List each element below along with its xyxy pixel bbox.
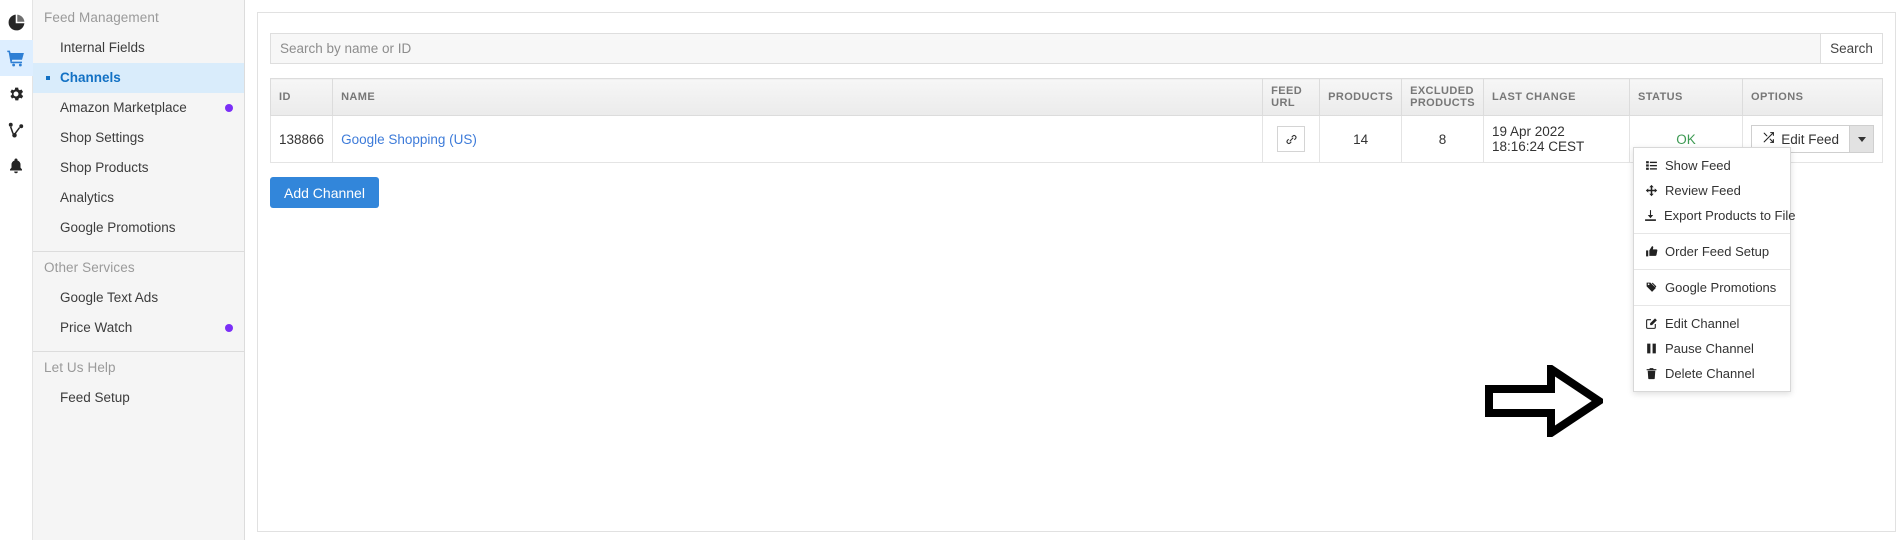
sidebar-item-label: Google Text Ads <box>60 291 158 305</box>
sidebar-item-label: Shop Settings <box>60 131 144 145</box>
menu-item-label: Order Feed Setup <box>1665 244 1769 259</box>
bell-icon[interactable] <box>0 148 33 184</box>
header-name[interactable]: NAME <box>333 79 1263 116</box>
sidebar-item-channels[interactable]: Channels <box>33 63 244 93</box>
table-head: ID NAME FEED URL PRODUCTS EXCLUDED PRODU… <box>271 79 1883 116</box>
sidebar-item-analytics[interactable]: Analytics <box>33 183 244 213</box>
sidebar-group-feed-management: Feed Management Internal Fields Channels… <box>33 2 244 243</box>
header-products[interactable]: PRODUCTS <box>1320 79 1402 116</box>
right-arrow-annotation <box>1485 365 1603 437</box>
shopping-cart-icon[interactable] <box>0 40 33 76</box>
menu-item-label: Delete Channel <box>1665 366 1755 381</box>
menu-item-edit-channel[interactable]: Edit Channel <box>1634 311 1790 336</box>
sidebar-group-title: Other Services <box>33 252 244 283</box>
sidebar-item-label: Feed Setup <box>60 391 130 405</box>
sidebar-item-shop-products[interactable]: Shop Products <box>33 153 244 183</box>
header-options: OPTIONS <box>1743 79 1883 116</box>
sidebar-item-google-text-ads[interactable]: Google Text Ads <box>33 283 244 313</box>
notification-dot-icon <box>225 104 233 112</box>
pie-chart-icon[interactable] <box>0 4 33 40</box>
sidebar-item-label: Google Promotions <box>60 221 176 235</box>
sidebar-group-title: Let Us Help <box>33 352 244 383</box>
header-status[interactable]: STATUS <box>1630 79 1743 116</box>
sidebar-item-shop-settings[interactable]: Shop Settings <box>33 123 244 153</box>
header-excluded-products[interactable]: EXCLUDED PRODUCTS <box>1402 79 1484 116</box>
menu-separator <box>1634 305 1790 306</box>
menu-separator <box>1634 269 1790 270</box>
sidebar-group-other-services: Other Services Google Text Ads Price Wat… <box>33 252 244 343</box>
cell-name: Google Shopping (US) <box>333 116 1263 163</box>
header-id[interactable]: ID <box>271 79 333 116</box>
cell-id: 138866 <box>271 116 333 163</box>
menu-item-label: Review Feed <box>1665 183 1741 198</box>
shuffle-icon <box>1762 131 1775 147</box>
cell-products: 14 <box>1320 116 1402 163</box>
table-header-row: ID NAME FEED URL PRODUCTS EXCLUDED PRODU… <box>271 79 1883 116</box>
notification-dot-icon <box>225 324 233 332</box>
thumbs-up-icon <box>1644 245 1658 258</box>
menu-item-label: Google Promotions <box>1665 280 1776 295</box>
sidebar-group-let-us-help: Let Us Help Feed Setup <box>33 352 244 413</box>
icon-rail <box>0 0 33 540</box>
menu-item-show-feed[interactable]: Show Feed <box>1634 153 1790 178</box>
search-button[interactable]: Search <box>1821 33 1883 64</box>
menu-item-export-products-to-file[interactable]: Export Products to File <box>1634 203 1790 228</box>
channels-panel: Search ID NAME FEED URL PRODUCTS EXCLUDE… <box>257 12 1896 532</box>
menu-item-label: Show Feed <box>1665 158 1731 173</box>
menu-item-label: Edit Channel <box>1665 316 1739 331</box>
main-content: Search ID NAME FEED URL PRODUCTS EXCLUDE… <box>245 0 1904 540</box>
menu-item-review-feed[interactable]: Review Feed <box>1634 178 1790 203</box>
active-bullet-icon <box>46 76 50 80</box>
search-row: Search <box>270 33 1883 64</box>
gear-icon[interactable] <box>0 76 33 112</box>
chain-link-icon[interactable] <box>1277 126 1305 152</box>
sidebar-item-internal-fields[interactable]: Internal Fields <box>33 33 244 63</box>
sidebar-item-label: Channels <box>60 71 121 85</box>
menu-separator <box>1634 233 1790 234</box>
sidebar: Feed Management Internal Fields Channels… <box>33 0 245 540</box>
trash-icon <box>1644 367 1658 380</box>
search-input[interactable] <box>270 33 1821 64</box>
sidebar-item-google-promotions[interactable]: Google Promotions <box>33 213 244 243</box>
sidebar-item-label: Amazon Marketplace <box>60 101 187 115</box>
header-feed-url[interactable]: FEED URL <box>1263 79 1320 116</box>
header-last-change[interactable]: LAST CHANGE <box>1484 79 1630 116</box>
sidebar-item-amazon-marketplace[interactable]: Amazon Marketplace <box>33 93 244 123</box>
menu-item-label: Pause Channel <box>1665 341 1754 356</box>
add-channel-button[interactable]: Add Channel <box>270 177 379 208</box>
sidebar-item-price-watch[interactable]: Price Watch <box>33 313 244 343</box>
edit-feed-label: Edit Feed <box>1781 132 1839 147</box>
cell-excluded-products: 8 <box>1402 116 1484 163</box>
cell-feed-url <box>1263 116 1320 163</box>
chevron-down-icon <box>1858 137 1866 142</box>
sidebar-item-label: Internal Fields <box>60 41 145 55</box>
list-icon <box>1644 159 1658 172</box>
menu-item-order-feed-setup[interactable]: Order Feed Setup <box>1634 239 1790 264</box>
tag-icon <box>1644 281 1658 294</box>
menu-item-pause-channel[interactable]: Pause Channel <box>1634 336 1790 361</box>
edit-pencil-icon <box>1644 317 1658 330</box>
menu-item-google-promotions[interactable]: Google Promotions <box>1634 275 1790 300</box>
cell-last-change: 19 Apr 2022 18:16:24 CEST <box>1484 116 1630 163</box>
share-nodes-icon[interactable] <box>0 112 33 148</box>
edit-feed-dropdown-menu: Show Feed Review Feed <box>1633 147 1791 392</box>
move-arrows-icon <box>1644 184 1658 197</box>
sidebar-item-feed-setup[interactable]: Feed Setup <box>33 383 244 413</box>
menu-item-label: Export Products to File <box>1664 208 1796 223</box>
pause-icon <box>1644 342 1658 355</box>
sidebar-item-label: Shop Products <box>60 161 149 175</box>
sidebar-item-label: Price Watch <box>60 321 132 335</box>
channel-name-link[interactable]: Google Shopping (US) <box>341 132 477 147</box>
sidebar-group-title: Feed Management <box>33 2 244 33</box>
download-icon <box>1644 209 1657 222</box>
edit-feed-dropdown-toggle[interactable] <box>1850 125 1874 153</box>
menu-item-delete-channel[interactable]: Delete Channel <box>1634 361 1790 386</box>
app-root: Feed Management Internal Fields Channels… <box>0 0 1904 540</box>
status-badge: OK <box>1676 132 1696 147</box>
sidebar-item-label: Analytics <box>60 191 114 205</box>
